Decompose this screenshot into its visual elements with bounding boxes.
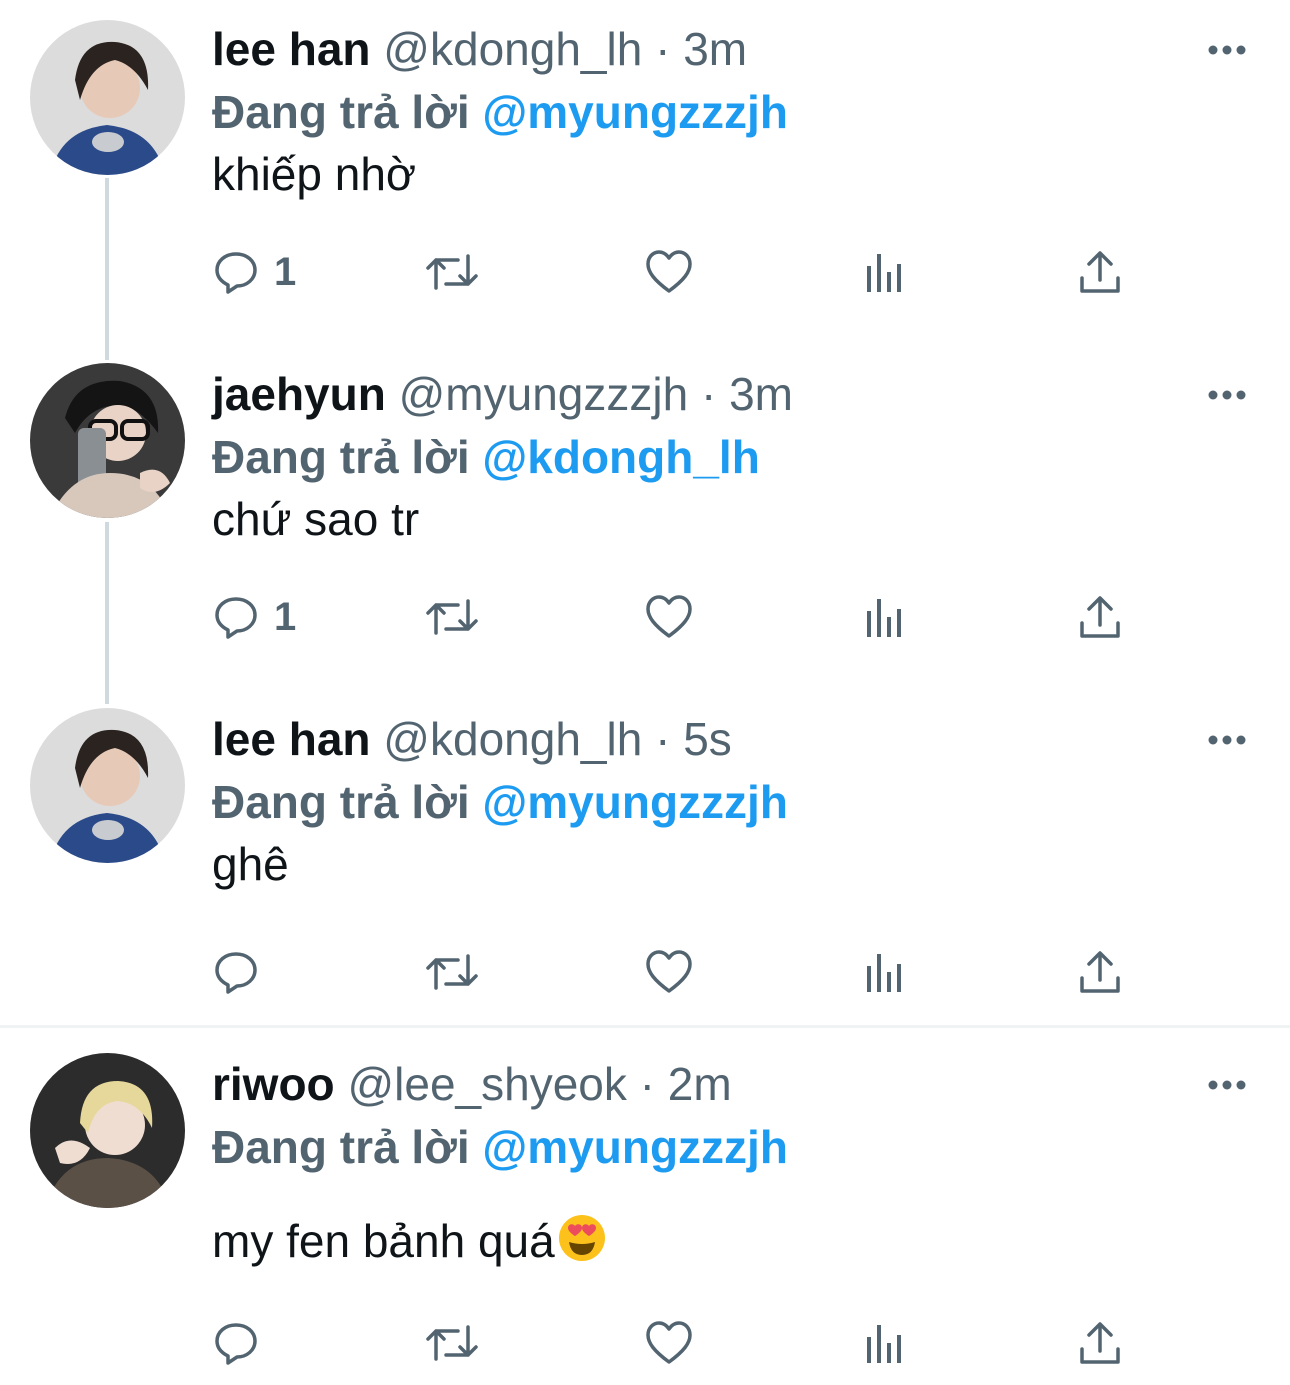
action-bar: 1 <box>212 244 1172 300</box>
share-upload-icon <box>1080 251 1120 293</box>
reply-button[interactable]: 1 <box>212 244 296 300</box>
timestamp[interactable]: 3m <box>683 23 747 75</box>
timestamp[interactable]: 5s <box>683 713 732 765</box>
replying-to-label: Đang trả lời <box>212 431 470 483</box>
user-handle[interactable]: @kdongh_lh <box>383 23 642 75</box>
tweet-text: khiếp nhờ <box>212 148 417 200</box>
avatar[interactable] <box>30 20 185 175</box>
reply-button[interactable] <box>212 944 260 1000</box>
tweet-header: riwoo @lee_shyeok · 2m <box>212 1057 732 1111</box>
more-dots-icon[interactable] <box>1204 720 1250 760</box>
reply-bubble-icon <box>215 1323 257 1365</box>
more-dots-icon[interactable] <box>1204 375 1250 415</box>
share-button[interactable] <box>1078 944 1122 1000</box>
avatar[interactable] <box>30 363 185 518</box>
retweet-icon <box>426 1325 478 1361</box>
reply-count: 1 <box>274 594 297 639</box>
separator-dot: · <box>639 1058 655 1110</box>
tweet-header: lee han @kdongh_lh · 3m <box>212 22 747 76</box>
retweet-icon <box>426 954 478 990</box>
share-upload-icon <box>1080 1322 1120 1364</box>
tweet-header: jaehyun @myungzzzjh · 3m <box>212 367 793 421</box>
separator-dot: · <box>700 368 717 420</box>
share-button[interactable] <box>1078 1315 1122 1371</box>
tweet[interactable]: riwoo @lee_shyeok · 2m Đang trả lời @myu… <box>0 1035 1290 1385</box>
display-name[interactable]: jaehyun <box>212 368 386 420</box>
replying-to: Đang trả lời @myungzzzjh <box>212 1120 788 1174</box>
display-name[interactable]: lee han <box>212 713 371 765</box>
like-button[interactable] <box>644 1315 694 1371</box>
analytics-bars-icon <box>867 954 901 992</box>
analytics-bars-icon <box>867 254 901 292</box>
timestamp[interactable]: 3m <box>729 368 793 420</box>
analytics-bars-icon <box>867 599 901 637</box>
separator-dot: · <box>655 23 671 75</box>
mention-link[interactable]: @myungzzzjh <box>482 86 788 138</box>
replying-to-label: Đang trả lời <box>212 86 470 138</box>
share-button[interactable] <box>1078 244 1122 300</box>
share-button[interactable] <box>1078 589 1122 645</box>
like-button[interactable] <box>644 244 694 300</box>
like-button[interactable] <box>644 944 694 1000</box>
user-handle[interactable]: @lee_shyeok <box>347 1058 626 1110</box>
retweet-icon <box>426 254 478 290</box>
reply-button[interactable] <box>212 1315 260 1371</box>
action-bar: 1 <box>212 589 1172 645</box>
reply-button[interactable]: 1 <box>212 589 296 645</box>
tweet-text: my fen bảnh quá <box>212 1213 607 1275</box>
views-button[interactable] <box>862 589 906 645</box>
mention-link[interactable]: @kdongh_lh <box>482 431 759 483</box>
user-handle[interactable]: @kdongh_lh <box>383 713 642 765</box>
action-bar <box>212 1315 1172 1371</box>
user-handle[interactable]: @myungzzzjh <box>399 368 689 420</box>
reply-bubble-icon <box>215 252 257 294</box>
retweet-button[interactable] <box>424 944 480 1000</box>
more-dots-icon[interactable] <box>1204 1065 1250 1105</box>
heart-icon <box>646 250 692 293</box>
analytics-bars-icon <box>867 1325 901 1363</box>
heart-icon <box>646 1321 692 1364</box>
display-name[interactable]: lee han <box>212 23 371 75</box>
reply-bubble-icon <box>215 952 257 994</box>
timestamp[interactable]: 2m <box>668 1058 732 1110</box>
views-button[interactable] <box>862 944 906 1000</box>
replying-to-label: Đang trả lời <box>212 1121 470 1173</box>
like-button[interactable] <box>644 589 694 645</box>
share-upload-icon <box>1080 596 1120 638</box>
reply-bubble-icon <box>215 597 257 639</box>
avatar[interactable] <box>30 1053 185 1208</box>
replying-to: Đang trả lời @myungzzzjh <box>212 85 788 139</box>
reply-count: 1 <box>274 249 297 294</box>
tweet-text-body: my fen bảnh quá <box>212 1215 555 1267</box>
retweet-button[interactable] <box>424 1315 480 1371</box>
mention-link[interactable]: @myungzzzjh <box>482 1121 788 1173</box>
replying-to: Đang trả lời @myungzzzjh <box>212 775 788 829</box>
heart-icon <box>646 595 692 638</box>
views-button[interactable] <box>862 244 906 300</box>
replying-to-label: Đang trả lời <box>212 776 470 828</box>
tweet[interactable]: jaehyun @myungzzzjh · 3m Đang trả lời @k… <box>0 345 1290 690</box>
share-upload-icon <box>1080 951 1120 993</box>
tweet[interactable]: lee han @kdongh_lh · 3m Đang trả lời @my… <box>0 0 1290 345</box>
replying-to: Đang trả lời @kdongh_lh <box>212 430 760 484</box>
display-name[interactable]: riwoo <box>212 1058 335 1110</box>
avatar[interactable] <box>30 708 185 863</box>
retweet-button[interactable] <box>424 589 480 645</box>
retweet-icon <box>426 599 478 635</box>
tweet-divider <box>0 1025 1290 1028</box>
action-bar <box>212 944 1172 1000</box>
tweet-text: chứ sao tr <box>212 493 420 545</box>
more-dots-icon[interactable] <box>1204 30 1250 70</box>
mention-link[interactable]: @myungzzzjh <box>482 776 788 828</box>
views-button[interactable] <box>862 1315 906 1371</box>
tweet-text: ghê <box>212 838 289 890</box>
heart-eyes-emoji-icon <box>557 1213 607 1275</box>
heart-icon <box>646 950 692 993</box>
retweet-button[interactable] <box>424 244 480 300</box>
tweet-header: lee han @kdongh_lh · 5s <box>212 712 732 766</box>
tweet[interactable]: lee han @kdongh_lh · 5s Đang trả lời @my… <box>0 690 1290 1025</box>
separator-dot: · <box>655 713 671 765</box>
